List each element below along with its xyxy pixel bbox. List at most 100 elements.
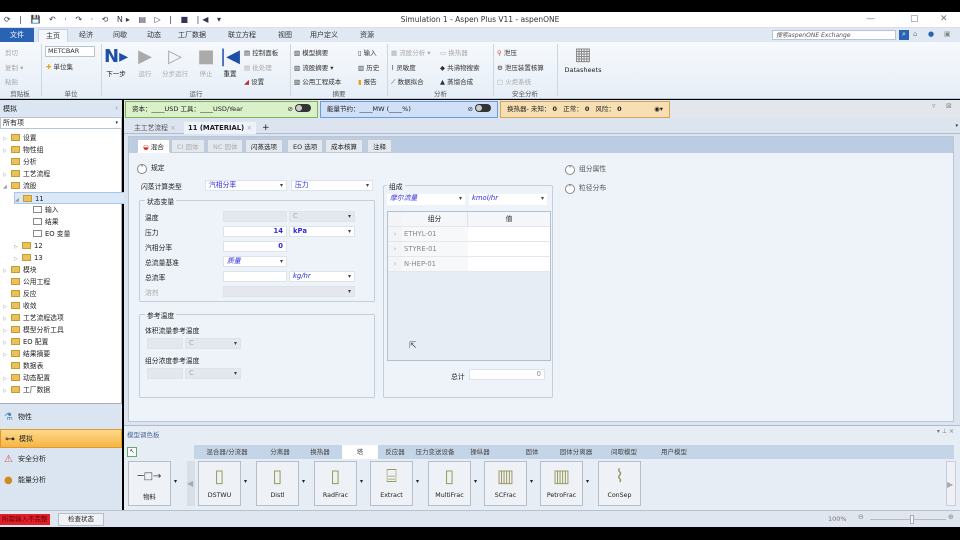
psd-toggle[interactable]: ˅ 粒径分布 xyxy=(565,182,606,194)
flash-type-select-1[interactable]: 汽相分率 xyxy=(205,180,287,191)
palette-item[interactable]: ─□→ 物料 xyxy=(128,461,171,506)
reset-button[interactable]: |◀ 重置 xyxy=(218,46,242,78)
value-cell[interactable] xyxy=(468,257,550,272)
tree-item[interactable]: ▷ 收敛 xyxy=(3,300,37,312)
unit-sets-button[interactable]: ✚ 单位集 xyxy=(46,61,73,71)
batch-button[interactable]: ▤ 批处理 xyxy=(244,62,272,72)
chevron-down-icon[interactable]: ▾ xyxy=(530,478,533,485)
stream-summary-button[interactable]: ▧ 流股摘要 ▾ xyxy=(294,62,334,72)
pressure-relief-button[interactable]: ⚲ 泄压 xyxy=(497,47,517,57)
temperature-input[interactable] xyxy=(223,211,287,222)
flow-unit-select[interactable]: kg/hr xyxy=(289,271,355,282)
copy-button[interactable]: 复制 ▾ xyxy=(5,62,23,72)
zoom-in-icon[interactable]: ⊕ xyxy=(948,513,954,521)
model-summary-button[interactable]: ▧ 模型摘要 xyxy=(294,47,328,57)
tree-item[interactable]: 结果 xyxy=(25,216,59,228)
distill-synthesis-button[interactable]: ▲ 蒸馏合成 xyxy=(440,76,473,86)
dropdown-icon[interactable]: ▿ xyxy=(932,102,936,110)
solvent-select[interactable] xyxy=(223,286,355,297)
search-icon[interactable]: ⌕ xyxy=(899,30,909,40)
tree-item[interactable]: EO 变量 xyxy=(25,228,70,240)
palette-tab[interactable]: 固体 xyxy=(514,445,550,459)
tab-mixed[interactable]: ◒ 混合 xyxy=(137,139,170,153)
run-button[interactable]: ▶ 运行 xyxy=(133,46,157,78)
tab-home[interactable]: 主页 xyxy=(38,29,68,42)
quick-access-toolbar[interactable]: ⟳ | 💾 ↶ · ↷ · ⟲ N▸ ▤ ▷ | ■ |◀ ▾ xyxy=(4,15,224,24)
palette-item[interactable]: ▯ DSTWU xyxy=(198,461,241,506)
row-header[interactable]: › xyxy=(388,227,402,242)
palette-tab[interactable]: 操纵器 xyxy=(462,445,498,459)
tab-customize[interactable]: 用户定义 xyxy=(304,29,344,42)
expanded-arrow-icon[interactable]: ◢ xyxy=(15,194,23,206)
hx-menu-icon[interactable]: ◉▾ xyxy=(654,102,663,117)
stop-button[interactable]: ■ 停止 xyxy=(194,46,218,78)
exchange-search-input[interactable]: 搜索aspenONE Exchange xyxy=(772,30,896,40)
expand-arrow-icon[interactable]: ▷ xyxy=(3,385,11,397)
expanded-arrow-icon[interactable]: ◢ xyxy=(3,181,11,193)
tab-eo[interactable]: 联立方程 xyxy=(222,29,262,42)
close-icon[interactable]: × xyxy=(170,124,176,132)
palette-item[interactable]: ▥ SCFrac xyxy=(484,461,527,506)
value-cell[interactable] xyxy=(468,242,550,257)
expand-icon[interactable]: ⊠ xyxy=(946,102,952,110)
tab-ci-solid[interactable]: CI 固体 xyxy=(171,139,205,153)
palette-window-controls[interactable]: ▾ ⊥ × xyxy=(937,428,954,435)
tab-stream-11[interactable]: 11 (MATERIAL) × xyxy=(184,122,257,134)
close-icon[interactable]: × xyxy=(247,124,253,132)
tree-item[interactable]: 反应 xyxy=(3,288,37,300)
scroll-right-icon[interactable]: ▶ xyxy=(946,461,956,506)
zoom-out-icon[interactable]: ⊖ xyxy=(858,513,864,521)
azeotrope-button[interactable]: ◆ 共沸物搜索 xyxy=(440,62,480,72)
palette-item[interactable]: ⌇ ConSep xyxy=(598,461,641,506)
collapse-icon[interactable]: ‹ xyxy=(115,104,118,112)
tab-comments[interactable]: 注释 xyxy=(367,139,392,153)
total-flow-input[interactable] xyxy=(223,271,287,282)
new-tab-button[interactable]: + xyxy=(258,122,274,134)
palette-tab[interactable]: 塔 xyxy=(342,445,378,459)
palette-tab[interactable]: 用户模型 xyxy=(654,445,694,459)
tree-item[interactable]: 公用工程 xyxy=(3,276,50,288)
relief-sizing-button[interactable]: ⚙ 泄压装置核算 xyxy=(497,62,544,72)
input-incomplete-status[interactable]: 所需输入不完整 xyxy=(0,514,50,525)
palette-item[interactable]: ⌸ Extract xyxy=(370,461,413,506)
maximize-button[interactable]: ▢ xyxy=(910,14,919,24)
flash-type-select-2[interactable]: 压力 xyxy=(291,180,373,191)
scroll-left-icon[interactable]: ◀ xyxy=(187,461,195,506)
heat-exchanger-button[interactable]: ▭ 换热器 xyxy=(440,47,468,57)
volume-ref-temp-unit[interactable]: C xyxy=(185,338,241,349)
palette-tab[interactable]: 混合器/分流器 xyxy=(196,445,258,459)
nav-properties[interactable]: ⚗ 物性 xyxy=(0,408,122,427)
conc-ref-temp-unit[interactable]: C xyxy=(185,368,241,379)
palette-item[interactable]: ▯ Distl xyxy=(256,461,299,506)
tab-batch[interactable]: 间歇 xyxy=(106,29,134,42)
select-pointer-icon[interactable]: ↖ xyxy=(127,447,137,457)
flow-basis-select[interactable]: 质量 xyxy=(223,256,287,267)
chevron-down-icon[interactable]: ▾ xyxy=(474,478,477,485)
utility-cost-button[interactable]: ▧ 公用工程成本 xyxy=(294,76,341,86)
composition-basis-select[interactable]: 摩尔流量 xyxy=(387,194,465,205)
tree-item[interactable]: ▷ EO 配置 xyxy=(3,336,48,348)
palette-tab[interactable]: 间歇模型 xyxy=(602,445,646,459)
palette-item[interactable]: ▥ PetroFrac xyxy=(540,461,583,506)
zoom-slider[interactable] xyxy=(870,515,946,524)
flare-system-button[interactable]: ▢ 火炬系统 xyxy=(497,76,531,86)
tab-view[interactable]: 视图 xyxy=(270,29,300,42)
tree-item[interactable]: ▷ 模型分析工具 xyxy=(3,324,64,336)
nav-simulation[interactable]: ⊶ 模拟 xyxy=(0,429,122,448)
tab-file[interactable]: 文件 xyxy=(0,28,34,42)
palette-tab[interactable]: 换热器 xyxy=(302,445,338,459)
close-button[interactable]: ✕ xyxy=(940,14,948,24)
tab-costing[interactable]: 成本核算 xyxy=(325,139,363,153)
composition-unit-select[interactable]: kmol/hr xyxy=(469,194,547,205)
tab-eo-options[interactable]: EO 选项 xyxy=(287,139,324,153)
row-header[interactable]: › xyxy=(388,242,402,257)
report-button[interactable]: ▮ 报告 xyxy=(358,76,377,86)
unit-set-select[interactable]: METCBAR xyxy=(45,46,95,57)
tree-item[interactable]: ▷ 模块 xyxy=(3,264,37,276)
tab-dynamics[interactable]: 动态 xyxy=(140,29,168,42)
tree-item[interactable]: 分析 xyxy=(3,156,37,168)
tab-resources[interactable]: 资源 xyxy=(352,29,382,42)
settings-button[interactable]: ◢ 设置 xyxy=(244,76,264,86)
chevron-down-icon[interactable]: ▾ xyxy=(244,478,247,485)
stream-analysis-button[interactable]: ▦ 流股分析 ▾ xyxy=(391,47,431,57)
